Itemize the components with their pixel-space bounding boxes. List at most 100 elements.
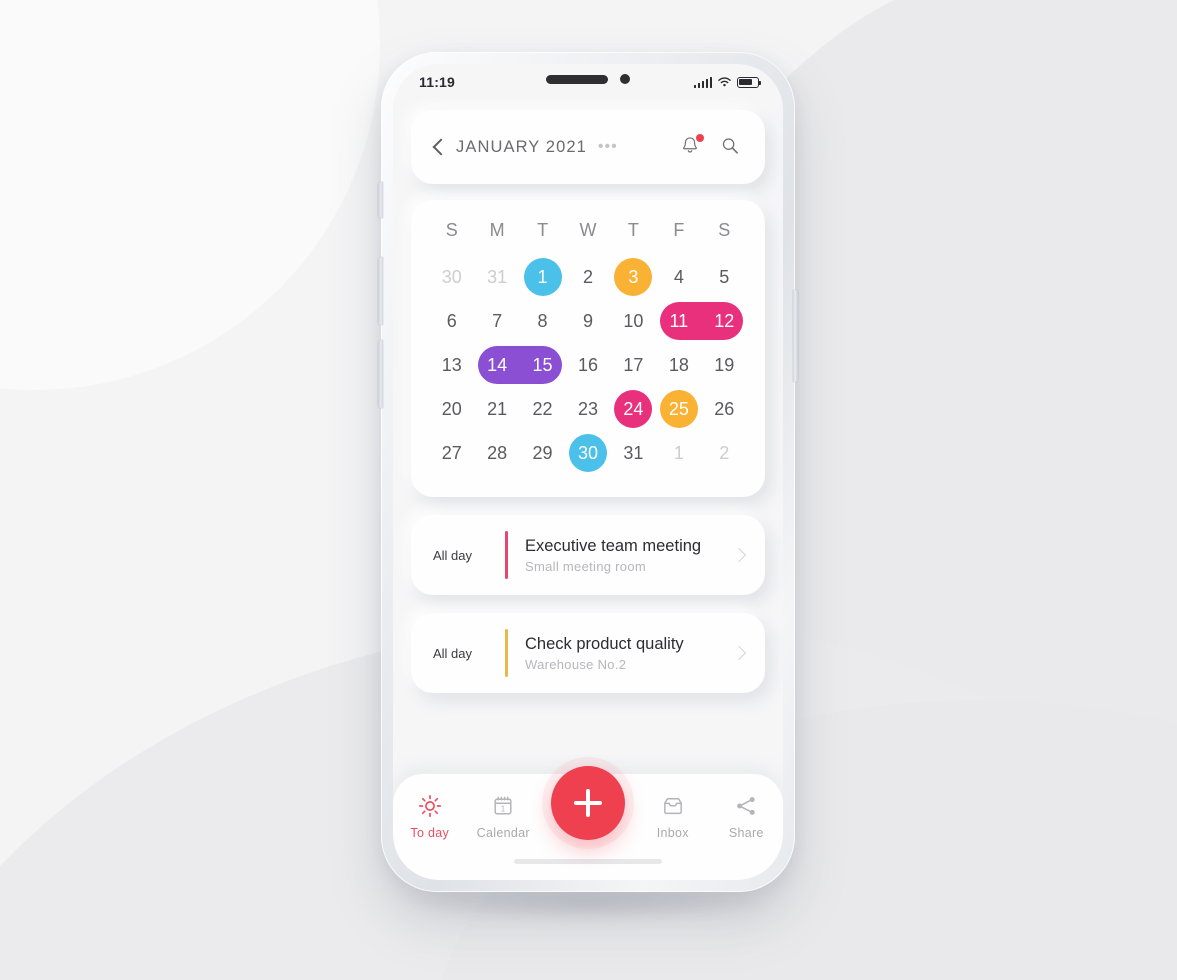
nav-label-today: To day (410, 826, 450, 840)
calendar-day-cell[interactable]: 17 (611, 343, 656, 387)
event-title: Executive team meeting (525, 536, 702, 555)
weekday-label: W (579, 220, 597, 240)
weekday-header-row: SMTWTFS (429, 220, 747, 255)
event-text-block: Executive team meeting Small meeting room (525, 537, 733, 574)
calendar-day-cell[interactable]: 1 (656, 431, 701, 475)
calendar-day-cell[interactable]: 28 (474, 431, 519, 475)
calendar-day-cell[interactable]: 16 (565, 343, 610, 387)
smartphone-mockup: 11:19 JANUARY 2021 ••• S M T W T F S 30 … (378, 52, 798, 892)
nav-item-today[interactable]: To day (394, 794, 466, 840)
event-location: Warehouse No.2 (525, 656, 627, 672)
calendar-day-cell[interactable]: 9 (565, 299, 610, 343)
volume-down-button[interactable] (378, 340, 383, 408)
event-location: Small meeting room (525, 558, 646, 574)
calendar-day-cell[interactable]: 2 (702, 431, 747, 475)
calendar-day-cell[interactable]: 12 (702, 299, 747, 343)
home-indicator (514, 859, 662, 864)
weekday-label: T (537, 220, 549, 240)
calendar-day-cell[interactable]: 27 (429, 431, 474, 475)
calendar-day-cell[interactable]: 26 (702, 387, 747, 431)
chevron-left-icon[interactable] (431, 139, 447, 155)
chevron-right-icon[interactable] (733, 548, 747, 562)
weekday-label: F (673, 220, 685, 240)
calendar-day-cell[interactable]: 13 (429, 343, 474, 387)
event-title: Check product quality (525, 634, 684, 653)
calendar-day-cell[interactable]: 30 (565, 431, 610, 475)
calendar-day-cell[interactable]: 24 (611, 387, 656, 431)
more-options-button[interactable]: ••• (598, 138, 618, 156)
calendar-day-cell[interactable]: 20 (429, 387, 474, 431)
calendar-day-cell[interactable]: 1 (520, 255, 565, 299)
search-icon (722, 138, 738, 154)
status-bar-indicators (693, 76, 762, 88)
speaker-pill-icon (546, 74, 608, 84)
calendar-day-cell[interactable]: 23 (565, 387, 610, 431)
notifications-button[interactable] (679, 134, 704, 159)
event-list: All day Executive team meeting Small meeti… (393, 515, 783, 693)
signal-icon (693, 76, 712, 88)
calendar-day-cell[interactable]: 7 (474, 299, 519, 343)
calendar-month-grid: SMTWTFS 30 31 1 2 3 4 5 6 7 8 9 10 11 12 13 14 15 16 17 18 1… (411, 200, 765, 497)
inbox-icon (663, 798, 682, 815)
month-header-actions (679, 134, 743, 159)
calendar-day-cell[interactable]: 25 (656, 387, 701, 431)
bottom-navigation-area: To day 1 Calendar Inbox Share (393, 758, 783, 880)
event-time-label: All day (433, 645, 473, 661)
power-button[interactable] (793, 290, 798, 382)
calendar-day-cell[interactable]: 18 (656, 343, 701, 387)
calendar-day-cell[interactable]: 10 (611, 299, 656, 343)
calendar-day-cell[interactable]: 29 (520, 431, 565, 475)
status-bar-time: 11:19 (419, 74, 456, 90)
page-title: JANUARY 2021 (456, 137, 587, 156)
nav-label-calendar: Calendar (476, 826, 530, 840)
event-accent-bar (505, 531, 508, 579)
event-card[interactable]: All day Check product quality Warehouse No… (411, 613, 765, 693)
event-text-block: Check product quality Warehouse No.2 (525, 635, 733, 672)
month-header-bar: JANUARY 2021 ••• (411, 110, 765, 184)
add-event-button[interactable] (551, 766, 625, 840)
nav-right-group: Inbox Share (636, 794, 783, 840)
calendar-day-cell[interactable]: 14 (474, 343, 519, 387)
month-header-left: JANUARY 2021 ••• (431, 138, 679, 157)
calendar-weeks: 30 31 1 2 3 4 5 6 7 8 9 10 11 12 13 14 15 16 17 18 19 20 21 22 2… (429, 255, 747, 475)
weekday-label: T (627, 220, 639, 240)
calendar-day-cell[interactable]: 19 (702, 343, 747, 387)
calendar-day-cell[interactable]: 5 (702, 255, 747, 299)
calendar-day-cell[interactable]: 21 (474, 387, 519, 431)
nav-label-share: Share (728, 826, 764, 840)
calendar-day-cell[interactable]: 4 (656, 255, 701, 299)
calendar-day-cell[interactable]: 6 (429, 299, 474, 343)
calendar-day-cell[interactable]: 15 (520, 343, 565, 387)
nav-item-inbox[interactable]: Inbox (637, 794, 709, 840)
calendar-week-row: 30 31 1 2 3 4 5 (429, 255, 747, 299)
calendar-day-cell[interactable]: 31 (474, 255, 519, 299)
calendar-day-cell[interactable]: 3 (611, 255, 656, 299)
weekday-label: S (445, 220, 458, 240)
weekday-label: M (489, 220, 505, 240)
calendar-day-cell[interactable]: 8 (520, 299, 565, 343)
calendar-icon: 1 (494, 796, 512, 815)
device-notch (546, 74, 630, 84)
svg-text:1: 1 (501, 804, 506, 813)
chevron-right-icon[interactable] (733, 646, 747, 660)
status-bar: 11:19 (393, 64, 783, 100)
event-card[interactable]: All day Executive team meeting Small meeti… (411, 515, 765, 595)
calendar-day-cell[interactable]: 11 (656, 299, 701, 343)
sun-icon (418, 794, 441, 818)
nav-item-share[interactable]: Share (710, 794, 782, 840)
nav-item-calendar[interactable]: 1 Calendar (467, 794, 539, 840)
search-button[interactable] (719, 135, 743, 159)
calendar-day-cell[interactable]: 22 (520, 387, 565, 431)
background-blob-top-left (0, 0, 380, 390)
event-accent-bar (505, 629, 508, 677)
front-camera-dot-icon (620, 74, 630, 84)
calendar-day-cell[interactable]: 31 (611, 431, 656, 475)
mute-switch-button[interactable] (378, 182, 383, 218)
wifi-icon (718, 77, 731, 87)
battery-icon (737, 76, 762, 88)
calendar-week-row: 20 21 22 23 24 25 26 (429, 387, 747, 431)
phone-screen: 11:19 JANUARY 2021 ••• S M T W T F S 30 … (393, 64, 783, 880)
calendar-day-cell[interactable]: 2 (565, 255, 610, 299)
calendar-day-cell[interactable]: 30 (429, 255, 474, 299)
volume-up-button[interactable] (378, 257, 383, 325)
